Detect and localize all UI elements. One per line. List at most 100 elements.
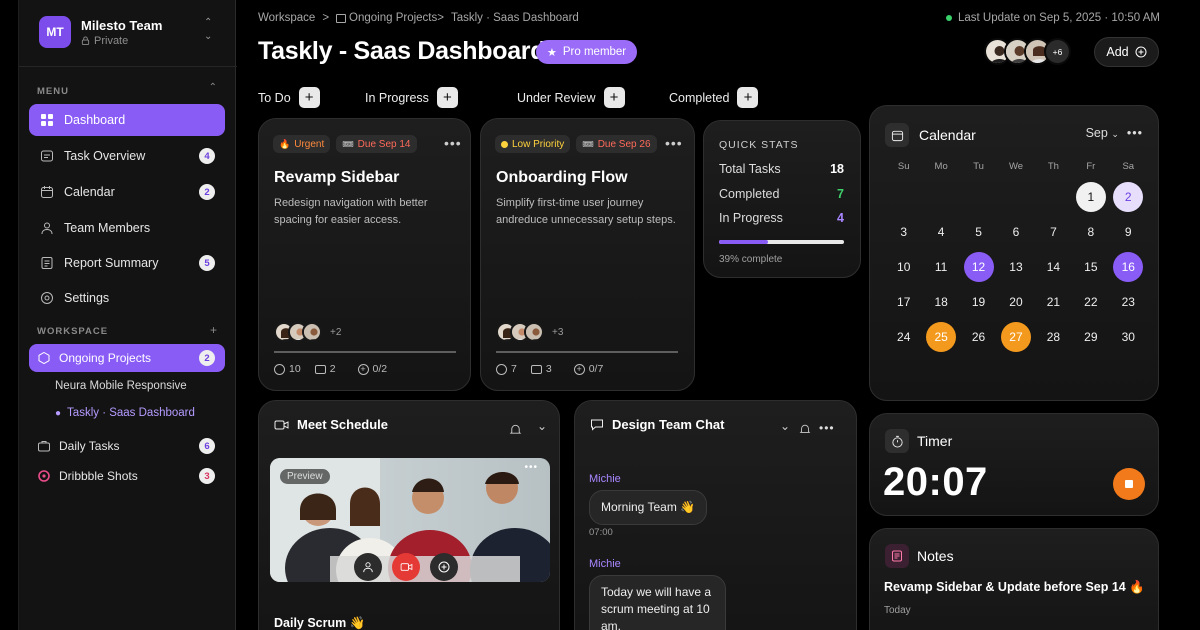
- sidebar-item-ongoing-projects[interactable]: Ongoing Projects 2: [29, 344, 225, 372]
- sidebar-item-task-overview[interactable]: Task Overview 4: [29, 140, 225, 172]
- add-participant-button[interactable]: [430, 553, 458, 581]
- more-options-icon[interactable]: •••: [819, 421, 835, 435]
- add-button[interactable]: Add: [1094, 37, 1159, 67]
- bell-icon[interactable]: [799, 423, 811, 435]
- day-number: 16: [1113, 252, 1144, 282]
- weekday-label: Tu: [973, 161, 984, 172]
- task-card[interactable]: 🔥 Urgent 🎟 Due Sep 14 ••• Revamp Sidebar R…: [258, 118, 471, 391]
- member-avatars[interactable]: +6: [984, 38, 1071, 65]
- more-options-icon[interactable]: •••: [444, 135, 462, 151]
- calendar-day[interactable]: 3: [885, 217, 922, 247]
- sidebar-item-dashboard[interactable]: Dashboard: [29, 104, 225, 136]
- team-switcher[interactable]: MT Milesto Team Private: [39, 16, 162, 48]
- chat-message-bubble[interactable]: Morning Team 👋: [589, 490, 708, 525]
- calendar-day[interactable]: 29: [1072, 322, 1109, 352]
- online-dot-icon: [945, 15, 952, 21]
- add-workspace-icon[interactable]: +: [210, 323, 217, 337]
- divider: [19, 66, 237, 67]
- sidebar-subitem-taskly[interactable]: ● Taskly · Saas Dashboard: [55, 407, 195, 419]
- calendar-day[interactable]: 11: [922, 252, 959, 282]
- calendar-day[interactable]: 15: [1072, 252, 1109, 282]
- note-content[interactable]: Revamp Sidebar & Update before Sep 14 🔥: [884, 580, 1145, 595]
- sidebar-item-report-summary[interactable]: Report Summary 5: [29, 247, 225, 279]
- add-under-review-button[interactable]: +: [603, 87, 625, 108]
- breadcrumb-workspace[interactable]: Workspace: [258, 12, 315, 24]
- chevron-down-icon[interactable]: ⌄: [537, 419, 547, 433]
- calendar-day[interactable]: 16: [1110, 252, 1147, 282]
- completion-progress-fill: [719, 240, 768, 244]
- add-todo-button[interactable]: +: [298, 87, 320, 108]
- day-number: 8: [1087, 225, 1095, 239]
- task-title: Onboarding Flow: [496, 169, 628, 186]
- time-estimate: 10: [274, 363, 301, 375]
- day-number: 3: [900, 225, 908, 239]
- task-card[interactable]: Low Priority 🎟 Due Sep 26 ••• Onboarding …: [480, 118, 695, 391]
- sidebar-subitem-neura[interactable]: Neura Mobile Responsive: [55, 380, 187, 392]
- calendar-day[interactable]: 18: [922, 287, 959, 317]
- menu-collapse-icon[interactable]: ⌃: [209, 82, 217, 93]
- notes-card: Notes Revamp Sidebar & Update before Sep…: [869, 528, 1159, 630]
- day-number: 9: [1124, 225, 1132, 239]
- attachments-count: 2: [314, 363, 336, 375]
- video-toggle-button[interactable]: [392, 553, 420, 581]
- calendar-day[interactable]: 20: [997, 287, 1034, 317]
- calendar-day[interactable]: 19: [960, 287, 997, 317]
- calendar-day[interactable]: 21: [1035, 287, 1072, 317]
- day-number: 1: [1075, 182, 1106, 212]
- breadcrumb-current: Taskly · Saas Dashboard: [450, 12, 579, 24]
- calendar-day[interactable]: 27: [997, 322, 1034, 352]
- calendar-day[interactable]: 5: [960, 217, 997, 247]
- bell-icon[interactable]: [509, 423, 522, 436]
- sidebar-item-label: Dashboard: [64, 113, 126, 127]
- calendar-day[interactable]: 13: [997, 252, 1034, 282]
- sidebar-item-team-members[interactable]: Team Members: [29, 212, 225, 244]
- calendar-day[interactable]: 2: [1110, 182, 1147, 212]
- assignee-avatars[interactable]: +3: [496, 322, 563, 342]
- sidebar-item-dribbble-shots[interactable]: Dribbble Shots 3: [29, 462, 225, 490]
- message-sender: Michie: [589, 473, 621, 485]
- add-in-progress-button[interactable]: +: [436, 87, 458, 108]
- calendar-day[interactable]: 30: [1110, 322, 1147, 352]
- sidebar-item-calendar[interactable]: Calendar 2: [29, 176, 225, 208]
- sidebar-item-daily-tasks[interactable]: Daily Tasks 6: [29, 432, 225, 460]
- meeting-preview-image[interactable]: Preview •••: [270, 458, 550, 582]
- breadcrumb-ongoing-projects[interactable]: Ongoing Projects>: [349, 12, 444, 24]
- calendar-day[interactable]: 4: [922, 217, 959, 247]
- calendar-day[interactable]: 22: [1072, 287, 1109, 317]
- team-expand-toggle[interactable]: ⌃ ⌄: [204, 16, 212, 44]
- participants-button[interactable]: [354, 553, 382, 581]
- more-options-icon[interactable]: •••: [524, 462, 538, 473]
- calendar-day[interactable]: 24: [885, 322, 922, 352]
- calendar-day[interactable]: 1: [1072, 182, 1109, 212]
- stop-timer-button[interactable]: [1113, 468, 1145, 500]
- day-number: 26: [971, 330, 986, 344]
- tag-label: Urgent: [294, 138, 325, 150]
- month-selector[interactable]: Sep ⌄: [1086, 126, 1119, 140]
- calendar-day[interactable]: 6: [997, 217, 1034, 247]
- calendar-day[interactable]: 10: [885, 252, 922, 282]
- calendar-day[interactable]: 14: [1035, 252, 1072, 282]
- calendar-day[interactable]: 28: [1035, 322, 1072, 352]
- calendar-day[interactable]: 9: [1110, 217, 1147, 247]
- sidebar: MT Milesto Team Private ⌃ ⌄ MENU ⌃ Dashb…: [18, 0, 237, 630]
- calendar-day[interactable]: 25: [922, 322, 959, 352]
- calendar-day[interactable]: 26: [960, 322, 997, 352]
- more-options-icon[interactable]: •••: [665, 135, 683, 151]
- calendar-day[interactable]: 12: [960, 252, 997, 282]
- ticket-icon: 🎟: [342, 138, 354, 149]
- assignee-avatars[interactable]: +2: [274, 322, 341, 342]
- chat-title: Design Team Chat: [612, 417, 725, 432]
- chevron-down-icon[interactable]: ⌄: [780, 419, 790, 433]
- calendar-day[interactable]: 7: [1035, 217, 1072, 247]
- calendar-icon: [885, 123, 909, 147]
- message-text: Today we will have a scrum meeting at 10…: [601, 585, 712, 630]
- calendar-day[interactable]: 23: [1110, 287, 1147, 317]
- add-completed-button[interactable]: +: [737, 87, 759, 108]
- calendar-day[interactable]: 17: [885, 287, 922, 317]
- more-options-icon[interactable]: •••: [1127, 126, 1143, 140]
- chat-message-bubble[interactable]: Today we will have a scrum meeting at 10…: [589, 575, 726, 630]
- sidebar-item-settings[interactable]: Settings: [29, 282, 225, 314]
- sidebar-item-label: Report Summary: [64, 256, 159, 270]
- meet-schedule-card: Meet Schedule ⌄ Preview ••• Daily Scrum …: [258, 400, 560, 630]
- calendar-day[interactable]: 8: [1072, 217, 1109, 247]
